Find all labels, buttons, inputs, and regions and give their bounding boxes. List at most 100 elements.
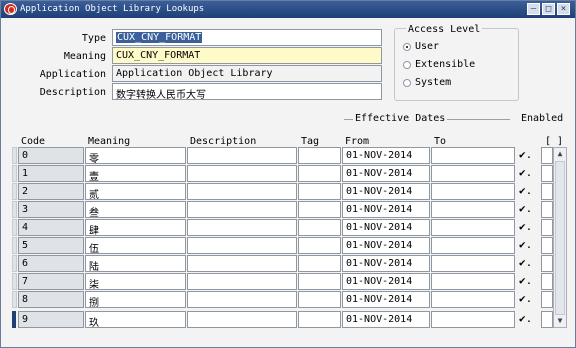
type-field[interactable]: CUX_CNY_FORMAT bbox=[112, 29, 382, 46]
from-cell[interactable]: 01-NOV-2014 bbox=[342, 237, 430, 254]
meaning-cell[interactable]: 叁 bbox=[85, 201, 186, 218]
code-cell[interactable]: 2 bbox=[18, 183, 84, 200]
tag-cell[interactable] bbox=[298, 147, 341, 164]
from-cell[interactable]: 01-NOV-2014 bbox=[342, 165, 430, 182]
current-row-indicator[interactable] bbox=[12, 311, 16, 328]
enabled-checkbox[interactable]: ✔. bbox=[519, 220, 533, 234]
tag-cell[interactable] bbox=[298, 201, 341, 218]
to-cell[interactable] bbox=[431, 183, 515, 200]
dff-field[interactable] bbox=[541, 255, 553, 272]
description-cell[interactable] bbox=[187, 165, 297, 182]
application-field[interactable]: Application Object Library bbox=[112, 65, 382, 82]
to-cell[interactable] bbox=[431, 273, 515, 290]
from-cell[interactable]: 01-NOV-2014 bbox=[342, 183, 430, 200]
description-cell[interactable] bbox=[187, 219, 297, 236]
description-cell[interactable] bbox=[187, 147, 297, 164]
from-cell[interactable]: 01-NOV-2014 bbox=[342, 273, 430, 290]
minimize-icon[interactable]: – bbox=[527, 3, 540, 15]
tag-cell[interactable] bbox=[298, 219, 341, 236]
dff-field[interactable] bbox=[541, 291, 553, 308]
radio-user[interactable]: User bbox=[403, 41, 503, 55]
enabled-checkbox[interactable]: ✔. bbox=[519, 202, 533, 216]
to-cell[interactable] bbox=[431, 291, 515, 308]
meaning-cell[interactable]: 玖 bbox=[85, 311, 186, 328]
row-indicator[interactable] bbox=[12, 255, 17, 272]
tag-cell[interactable] bbox=[298, 273, 341, 290]
enabled-checkbox[interactable]: ✔. bbox=[519, 292, 533, 306]
description-cell[interactable] bbox=[187, 291, 297, 308]
from-cell[interactable]: 01-NOV-2014 bbox=[342, 201, 430, 218]
dff-field[interactable] bbox=[541, 237, 553, 254]
row-indicator[interactable] bbox=[12, 237, 17, 254]
to-cell[interactable] bbox=[431, 201, 515, 218]
vertical-scrollbar[interactable]: ▲ ▼ bbox=[553, 147, 567, 328]
to-cell[interactable] bbox=[431, 165, 515, 182]
meaning-field[interactable]: CUX_CNY_FORMAT bbox=[112, 47, 382, 64]
code-cell[interactable]: 4 bbox=[18, 219, 84, 236]
tag-cell[interactable] bbox=[298, 291, 341, 308]
scroll-up-icon[interactable]: ▲ bbox=[554, 148, 566, 160]
meaning-cell[interactable]: 壹 bbox=[85, 165, 186, 182]
row-indicator[interactable] bbox=[12, 291, 17, 308]
description-cell[interactable] bbox=[187, 311, 297, 328]
enabled-checkbox[interactable]: ✔. bbox=[519, 166, 533, 180]
meaning-cell[interactable]: 肆 bbox=[85, 219, 186, 236]
code-cell[interactable]: 9 bbox=[18, 311, 84, 328]
from-cell[interactable]: 01-NOV-2014 bbox=[342, 255, 430, 272]
description-cell[interactable] bbox=[187, 183, 297, 200]
enabled-checkbox[interactable]: ✔. bbox=[519, 238, 533, 252]
row-indicator[interactable] bbox=[12, 165, 17, 182]
description-cell[interactable] bbox=[187, 255, 297, 272]
dff-field[interactable] bbox=[541, 311, 553, 328]
meaning-cell[interactable]: 陆 bbox=[85, 255, 186, 272]
enabled-checkbox[interactable]: ✔. bbox=[519, 274, 533, 288]
dff-field[interactable] bbox=[541, 165, 553, 182]
radio-extensible[interactable]: Extensible bbox=[403, 59, 503, 73]
meaning-cell[interactable]: 零 bbox=[85, 147, 186, 164]
enabled-checkbox[interactable]: ✔. bbox=[519, 148, 533, 162]
row-indicator[interactable] bbox=[12, 219, 17, 236]
dff-field[interactable] bbox=[541, 147, 553, 164]
dff-field[interactable] bbox=[541, 183, 553, 200]
meaning-cell[interactable]: 贰 bbox=[85, 183, 186, 200]
meaning-cell[interactable]: 伍 bbox=[85, 237, 186, 254]
radio-system[interactable]: System bbox=[403, 77, 503, 91]
code-cell[interactable]: 8 bbox=[18, 291, 84, 308]
code-cell[interactable]: 1 bbox=[18, 165, 84, 182]
maximize-icon[interactable]: □ bbox=[542, 3, 555, 15]
tag-cell[interactable] bbox=[298, 311, 341, 328]
to-cell[interactable] bbox=[431, 255, 515, 272]
description-cell[interactable] bbox=[187, 201, 297, 218]
meaning-cell[interactable]: 柒 bbox=[85, 273, 186, 290]
close-icon[interactable]: × bbox=[557, 3, 570, 15]
tag-cell[interactable] bbox=[298, 237, 341, 254]
description-cell[interactable] bbox=[187, 273, 297, 290]
scroll-thumb[interactable] bbox=[555, 161, 565, 315]
tag-cell[interactable] bbox=[298, 165, 341, 182]
dff-field[interactable] bbox=[541, 219, 553, 236]
code-cell[interactable]: 3 bbox=[18, 201, 84, 218]
from-cell[interactable]: 01-NOV-2014 bbox=[342, 291, 430, 308]
tag-cell[interactable] bbox=[298, 255, 341, 272]
enabled-checkbox[interactable]: ✔. bbox=[519, 312, 533, 326]
scroll-down-icon[interactable]: ▼ bbox=[554, 315, 566, 327]
from-cell[interactable]: 01-NOV-2014 bbox=[342, 147, 430, 164]
tag-cell[interactable] bbox=[298, 183, 341, 200]
to-cell[interactable] bbox=[431, 311, 515, 328]
code-cell[interactable]: 6 bbox=[18, 255, 84, 272]
meaning-cell[interactable]: 捌 bbox=[85, 291, 186, 308]
code-cell[interactable]: 0 bbox=[18, 147, 84, 164]
from-cell[interactable]: 01-NOV-2014 bbox=[342, 311, 430, 328]
row-indicator[interactable] bbox=[12, 147, 17, 164]
to-cell[interactable] bbox=[431, 219, 515, 236]
dff-field[interactable] bbox=[541, 201, 553, 218]
to-cell[interactable] bbox=[431, 237, 515, 254]
row-indicator[interactable] bbox=[12, 183, 17, 200]
to-cell[interactable] bbox=[431, 147, 515, 164]
enabled-checkbox[interactable]: ✔. bbox=[519, 256, 533, 270]
code-cell[interactable]: 5 bbox=[18, 237, 84, 254]
description-field[interactable]: 数字转换人民币大写 bbox=[112, 83, 382, 100]
enabled-checkbox[interactable]: ✔. bbox=[519, 184, 533, 198]
code-cell[interactable]: 7 bbox=[18, 273, 84, 290]
from-cell[interactable]: 01-NOV-2014 bbox=[342, 219, 430, 236]
